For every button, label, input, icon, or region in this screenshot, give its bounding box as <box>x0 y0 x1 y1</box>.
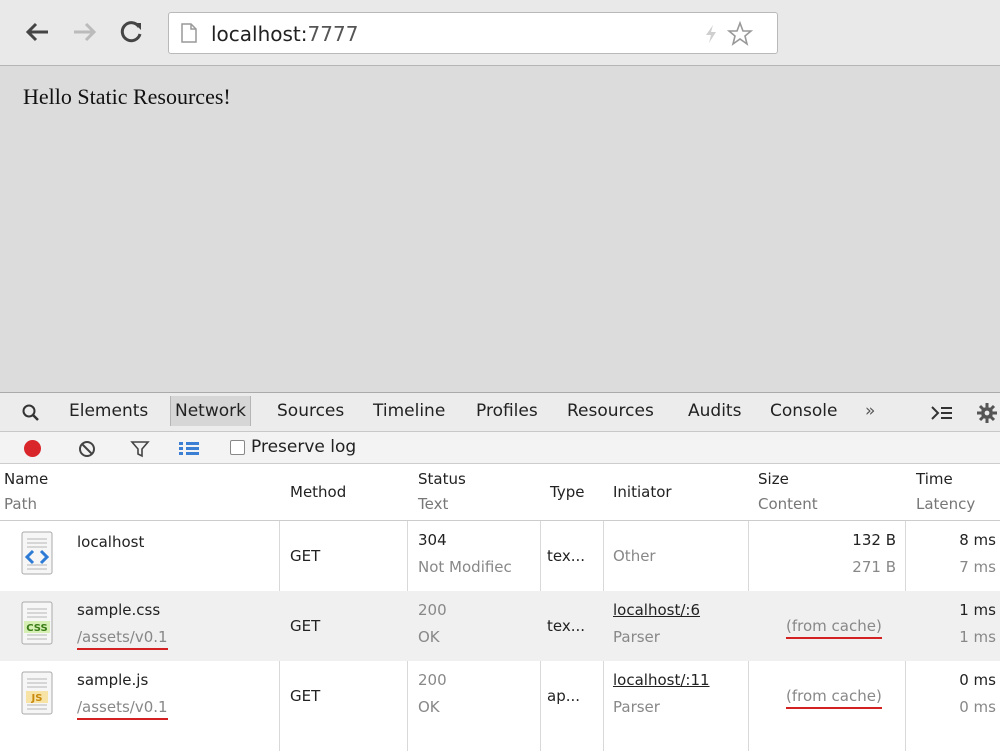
forward-button[interactable] <box>70 14 100 50</box>
request-name: sample.js <box>77 671 149 689</box>
forward-arrow-icon <box>74 22 97 42</box>
more-tabs-button[interactable]: » <box>862 400 878 422</box>
col-header-time[interactable]: Time <box>916 470 953 488</box>
tab-profiles[interactable]: Profiles <box>473 400 541 422</box>
svg-text:JS: JS <box>31 693 43 704</box>
col-header-content[interactable]: Content <box>758 495 818 513</box>
col-header-latency[interactable]: Latency <box>916 495 975 513</box>
request-status-text: Not Modifiec <box>418 558 512 576</box>
tab-network[interactable]: Network <box>170 396 251 426</box>
col-header-type[interactable]: Type <box>550 483 584 501</box>
bookmark-star-icon[interactable] <box>727 21 753 46</box>
request-initiator-type: Parser <box>613 628 660 646</box>
request-time: 1 ms <box>959 601 996 619</box>
request-time: 8 ms <box>959 531 996 549</box>
gear-icon[interactable] <box>976 402 998 424</box>
request-latency: 1 ms <box>959 628 996 646</box>
request-initiator-type: Parser <box>613 698 660 716</box>
svg-text:CSS: CSS <box>26 623 47 634</box>
request-latency: 7 ms <box>959 558 996 576</box>
list-view-icon[interactable] <box>178 441 200 457</box>
devtools-tabbar: Elements Network Sources Timeline Profil… <box>0 392 1000 432</box>
back-button[interactable] <box>22 14 52 50</box>
tab-sources[interactable]: Sources <box>274 400 347 422</box>
col-header-name[interactable]: Name <box>4 470 48 488</box>
request-name: sample.css <box>77 601 161 619</box>
request-status: 200 <box>418 671 447 689</box>
col-header-status-text[interactable]: Text <box>418 495 448 513</box>
col-header-method[interactable]: Method <box>290 483 346 501</box>
request-status-text: OK <box>418 698 440 716</box>
reload-icon <box>120 21 142 43</box>
js-file-icon: JS <box>21 671 53 715</box>
request-name: localhost <box>77 533 145 551</box>
request-size: (from cache) <box>786 687 882 709</box>
table-row[interactable]: CSS sample.css /assets/v0.1 GET 200 OK t… <box>0 591 1000 661</box>
page-viewport: Hello Static Resources! <box>0 66 1000 392</box>
request-status: 304 <box>418 531 447 549</box>
tab-console[interactable]: Console <box>767 400 841 422</box>
table-header: Name Path Method Status Text Type Initia… <box>0 464 1000 521</box>
tab-resources[interactable]: Resources <box>564 400 657 422</box>
initiator-link[interactable]: localhost/:11 <box>613 671 710 689</box>
tab-audits[interactable]: Audits <box>685 400 744 422</box>
request-time: 0 ms <box>959 671 996 689</box>
search-icon[interactable] <box>22 404 40 422</box>
preserve-log-checkbox[interactable] <box>230 439 245 455</box>
request-method: GET <box>290 687 321 705</box>
url-text: localhost:7777 <box>211 22 359 46</box>
request-size: 132 B <box>852 531 896 549</box>
record-button[interactable] <box>24 440 41 457</box>
col-header-size[interactable]: Size <box>758 470 789 488</box>
filter-icon[interactable] <box>130 440 150 458</box>
request-type: tex... <box>547 547 586 565</box>
tab-elements[interactable]: Elements <box>66 400 151 422</box>
request-status-text: OK <box>418 628 440 646</box>
preserve-log-label: Preserve log <box>251 437 357 457</box>
devtools-panel: Elements Network Sources Timeline Profil… <box>0 392 1000 751</box>
initiator-link[interactable]: localhost/:6 <box>613 601 700 619</box>
browser-toolbar: localhost:7777 <box>0 0 1000 66</box>
request-size: (from cache) <box>786 617 882 639</box>
col-header-status[interactable]: Status <box>418 470 466 488</box>
request-type: tex... <box>547 617 586 635</box>
address-bar[interactable]: localhost:7777 <box>168 12 778 54</box>
request-type: ap... <box>547 687 581 705</box>
request-content-size: 271 B <box>852 558 896 576</box>
request-initiator: Other <box>613 547 656 565</box>
col-header-path[interactable]: Path <box>4 495 37 513</box>
request-path: /assets/v0.1 <box>77 628 168 650</box>
back-arrow-icon <box>25 22 48 42</box>
request-method: GET <box>290 617 321 635</box>
css-file-icon: CSS <box>21 601 53 645</box>
preserve-log-toggle[interactable]: Preserve log <box>230 437 356 457</box>
table-row[interactable]: JS sample.js /assets/v0.1 GET 200 OK ap.… <box>0 661 1000 731</box>
page-icon <box>181 23 197 43</box>
reload-button[interactable] <box>117 14 147 50</box>
html-file-icon <box>21 531 53 575</box>
clear-icon[interactable] <box>78 440 96 458</box>
col-header-initiator[interactable]: Initiator <box>613 483 672 501</box>
lightning-icon <box>706 25 716 43</box>
request-latency: 0 ms <box>959 698 996 716</box>
table-row[interactable]: localhost GET 304 Not Modifiec tex... Ot… <box>0 521 1000 591</box>
console-drawer-icon[interactable] <box>930 405 954 421</box>
request-status: 200 <box>418 601 447 619</box>
network-controls: Preserve log <box>0 432 1000 464</box>
request-path: /assets/v0.1 <box>77 698 168 720</box>
tab-timeline[interactable]: Timeline <box>370 400 448 422</box>
page-heading: Hello Static Resources! <box>23 84 231 109</box>
request-method: GET <box>290 547 321 565</box>
